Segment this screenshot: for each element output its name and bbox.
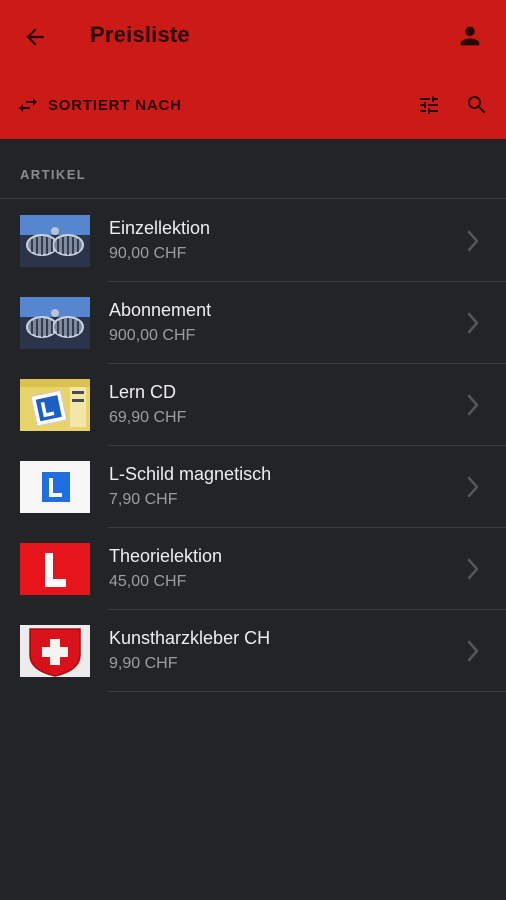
- list-item[interactable]: Kunstharzkleber CH 9,90 CHF: [0, 610, 506, 692]
- item-price: 90,00 CHF: [109, 245, 187, 262]
- list-item[interactable]: L-Schild magnetisch 7,90 CHF: [0, 446, 506, 528]
- item-name: Kunstharzkleber CH: [109, 628, 271, 648]
- sort-button[interactable]: SORTIERT NACH: [16, 88, 182, 122]
- l-sign-red-image: [20, 543, 90, 595]
- profile-button[interactable]: [452, 18, 488, 54]
- search-button[interactable]: [460, 88, 494, 122]
- item-price: 7,90 CHF: [109, 491, 178, 508]
- car-grille-image: [20, 297, 90, 349]
- row-divider: [108, 691, 506, 692]
- section-divider: [0, 198, 506, 199]
- sort-toolbar: SORTIERT NACH: [0, 82, 506, 128]
- chevron-right-icon: [467, 558, 479, 580]
- list-item[interactable]: Abonnement 900,00 CHF: [0, 282, 506, 364]
- search-icon: [468, 96, 486, 114]
- list-item[interactable]: Theorielektion 45,00 CHF: [0, 528, 506, 610]
- top-bar: Preisliste: [0, 0, 506, 72]
- car-grille-image: [20, 215, 90, 267]
- item-name: Lern CD: [109, 382, 177, 402]
- chevron-right-icon: [467, 230, 479, 252]
- item-price: 45,00 CHF: [109, 573, 187, 590]
- chevron-right-icon: [467, 476, 479, 498]
- swap-arrows-icon: [19, 98, 37, 112]
- sliders-icon: [420, 96, 438, 114]
- arrow-left-icon: [26, 28, 44, 46]
- chevron-right-icon: [467, 312, 479, 334]
- article-list: Einzellektion 90,00 CHF Abonnement 900,0…: [0, 200, 506, 692]
- page-title: Preisliste: [90, 22, 190, 47]
- back-button[interactable]: [18, 20, 52, 54]
- item-name: Einzellektion: [109, 218, 211, 238]
- item-price: 900,00 CHF: [109, 327, 196, 344]
- swiss-sticker-image: [20, 625, 90, 677]
- chevron-right-icon: [467, 394, 479, 416]
- section-header: ARTIKEL: [20, 167, 87, 182]
- app-bar: Preisliste SORTIERT NACH: [0, 0, 506, 139]
- person-icon: [460, 26, 480, 46]
- item-name: L-Schild magnetisch: [109, 464, 272, 484]
- list-item[interactable]: Lern CD 69,90 CHF: [0, 364, 506, 446]
- list-item[interactable]: Einzellektion 90,00 CHF: [0, 200, 506, 282]
- item-price: 9,90 CHF: [109, 655, 178, 672]
- learning-cd-image: [20, 379, 90, 431]
- item-name: Abonnement: [109, 300, 212, 320]
- item-name: Theorielektion: [109, 546, 223, 566]
- sort-label: SORTIERT NACH: [48, 96, 182, 114]
- filter-button[interactable]: [412, 88, 446, 122]
- item-price: 69,90 CHF: [109, 409, 187, 426]
- l-sign-blue-image: [20, 461, 90, 513]
- chevron-right-icon: [467, 640, 479, 662]
